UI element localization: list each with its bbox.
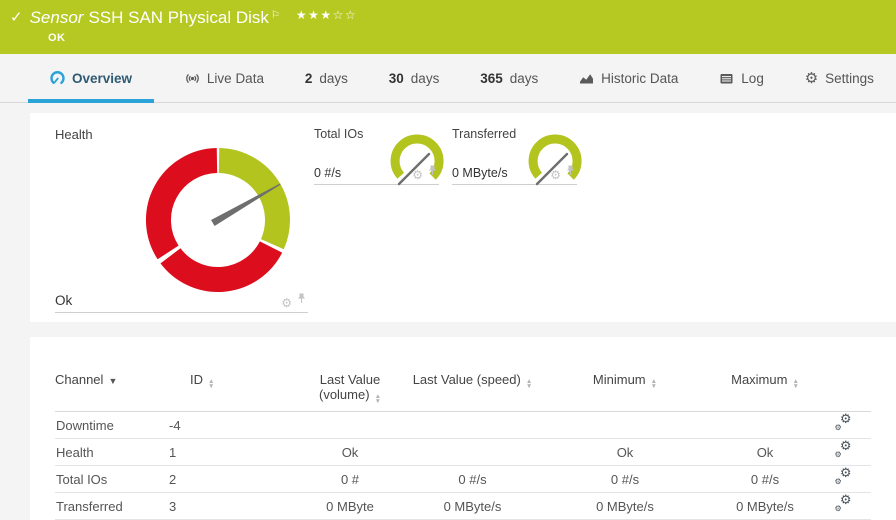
sensor-name: SSH SAN Physical Disk (88, 8, 269, 27)
tab-365-days-number: 365 (480, 70, 503, 86)
sensor-type-label: Sensor (29, 8, 84, 27)
transferred-gauge-value: 0 MByte/s (452, 166, 508, 180)
tab-30-days-label: days (410, 70, 440, 86)
channel-minimum (535, 411, 715, 440)
stars-empty[interactable]: ☆☆ (333, 8, 358, 22)
tab-overview-label: Overview (72, 70, 133, 86)
gauge-settings-gear-icon[interactable]: ⚙ (281, 297, 292, 309)
channel-maximum: Ok (715, 438, 815, 467)
table-row-total-ios: Total IOs 2 0 # 0 #/s 0 #/s 0 #/s ⚙ ⚙ (55, 465, 871, 494)
health-gauge-value: Ok (55, 293, 73, 308)
channel-name: Transferred (55, 492, 168, 520)
transferred-gauge-cell: Transferred 0 MByte/s ⚙ (452, 127, 582, 186)
tab-historic-data-label: Historic Data (601, 70, 679, 86)
column-header-channel[interactable]: Channel ▼ (55, 351, 168, 413)
channel-last-value-speed: 0 MByte/s (410, 492, 535, 520)
sort-icon: ▲ ▼ (208, 378, 215, 390)
column-header-minimum[interactable]: Minimum ▲ ▼ (535, 351, 715, 413)
channel-name: Downtime (55, 411, 168, 440)
gauge-pin-icon[interactable] (297, 291, 306, 309)
priority-stars[interactable]: ★★★☆☆ (296, 8, 357, 22)
tab-settings[interactable]: ⚙ Settings (795, 54, 884, 102)
table-row-transferred: Transferred 3 0 MByte 0 MByte/s 0 MByte/… (55, 492, 871, 520)
tab-365-days-label: days (509, 70, 539, 86)
gauge-settings-gear-icon[interactable]: ⚙ (550, 169, 561, 181)
channel-minimum: 0 #/s (535, 465, 715, 494)
tab-log[interactable]: Log (709, 54, 774, 102)
channel-table-panel: Channel ▼ ID ▲ ▼ Last Value (volume) ▲ ▼ Last … (30, 337, 896, 520)
gauge-pin-icon[interactable] (566, 163, 575, 181)
channel-table: Channel ▼ ID ▲ ▼ Last Value (volume) ▲ ▼ Last … (55, 351, 871, 520)
stars-filled[interactable]: ★★★ (296, 8, 333, 22)
table-row-downtime: Downtime -4 ⚙ ⚙ (55, 411, 871, 440)
tab-365-days[interactable]: 365 days (470, 54, 548, 102)
health-gauge-cell: Health Ok ⚙ (55, 127, 308, 313)
sort-icon: ▲ ▼ (792, 378, 799, 390)
total-ios-gauge-cell: Total IOs 0 #/s ⚙ (314, 127, 444, 186)
tab-2-days[interactable]: 2 days (295, 54, 358, 102)
tab-historic-data[interactable]: Historic Data (569, 54, 688, 102)
edit-channel-icon[interactable]: ⚙ ⚙ (835, 439, 852, 459)
tab-30-days-number: 30 (388, 70, 404, 86)
column-header-last-value-volume[interactable]: Last Value (volume) ▲ ▼ (290, 351, 410, 413)
channel-last-value-volume: Ok (290, 438, 410, 467)
health-gauge (146, 148, 290, 292)
tab-overview[interactable]: Overview (28, 54, 155, 103)
channel-id: 2 (168, 465, 290, 494)
sort-desc-icon: ▼ (108, 376, 118, 386)
area-chart-icon (579, 71, 594, 86)
channel-maximum: 0 MByte/s (715, 492, 815, 520)
sensor-status-badge: OK (48, 32, 66, 44)
broadcast-icon (185, 71, 200, 86)
gauge-icon (50, 70, 65, 86)
log-icon (719, 71, 734, 86)
table-header-row: Channel ▼ ID ▲ ▼ Last Value (volume) ▲ ▼ Last … (55, 351, 871, 413)
column-header-id[interactable]: ID ▲ ▼ (168, 351, 290, 413)
channel-maximum: 0 #/s (715, 465, 815, 494)
channel-last-value-speed: 0 #/s (410, 465, 535, 494)
sensor-title: Sensor SSH SAN Physical Disk ⚐ ★★★☆☆ (30, 7, 358, 29)
sort-icon: ▲ ▼ (374, 393, 381, 405)
tab-live-data-label: Live Data (206, 70, 264, 86)
health-gauge-title: Health (55, 127, 93, 142)
tab-2-days-label: days (319, 70, 348, 86)
column-header-maximum[interactable]: Maximum ▲ ▼ (715, 351, 815, 413)
channel-last-value-volume (290, 411, 410, 440)
channel-id: -4 (168, 411, 290, 440)
channel-last-value-speed (410, 411, 535, 440)
total-ios-gauge-value: 0 #/s (314, 166, 342, 180)
status-check-icon: ✓ (10, 9, 23, 26)
channel-minimum: Ok (535, 438, 715, 467)
channel-maximum (715, 411, 815, 440)
column-header-edit (815, 351, 871, 413)
channel-last-value-speed (410, 438, 535, 467)
channel-name: Total IOs (55, 465, 168, 494)
gauge-pin-icon[interactable] (428, 163, 437, 181)
edit-channel-icon[interactable]: ⚙ ⚙ (835, 493, 852, 513)
edit-channel-icon[interactable]: ⚙ ⚙ (835, 412, 852, 432)
column-header-last-value-speed[interactable]: Last Value (speed) ▲ ▼ (410, 351, 535, 413)
channel-id: 3 (168, 492, 290, 520)
table-row-health: Health 1 Ok Ok Ok ⚙ ⚙ (55, 438, 871, 467)
channel-last-value-volume: 0 MByte (290, 492, 410, 520)
tab-settings-label: Settings (825, 70, 874, 86)
channel-last-value-volume: 0 # (290, 465, 410, 494)
tab-live-data[interactable]: Live Data (175, 54, 274, 102)
tab-30-days[interactable]: 30 days (379, 54, 450, 102)
tab-bar: Overview Live Data 2 days 30 days 365 da… (0, 54, 896, 103)
channel-minimum: 0 MByte/s (535, 492, 715, 520)
edit-channel-icon[interactable]: ⚙ ⚙ (835, 466, 852, 486)
tab-2-days-number: 2 (304, 70, 313, 86)
sort-icon: ▲ ▼ (525, 378, 533, 390)
tab-log-label: Log (741, 70, 764, 86)
sort-icon: ▲ ▼ (650, 378, 658, 390)
channel-id: 1 (168, 438, 290, 467)
gear-icon: ⚙ (804, 69, 819, 87)
channel-name: Health (55, 438, 168, 467)
sensor-header: ✓ Sensor SSH SAN Physical Disk ⚐ ★★★☆☆ OK (0, 0, 896, 54)
overview-panel: Health Ok ⚙ Total IOs 0 #/s ⚙ Transferre… (30, 113, 896, 322)
flag-icon: ⚐ (270, 10, 280, 21)
gauge-settings-gear-icon[interactable]: ⚙ (412, 169, 423, 181)
